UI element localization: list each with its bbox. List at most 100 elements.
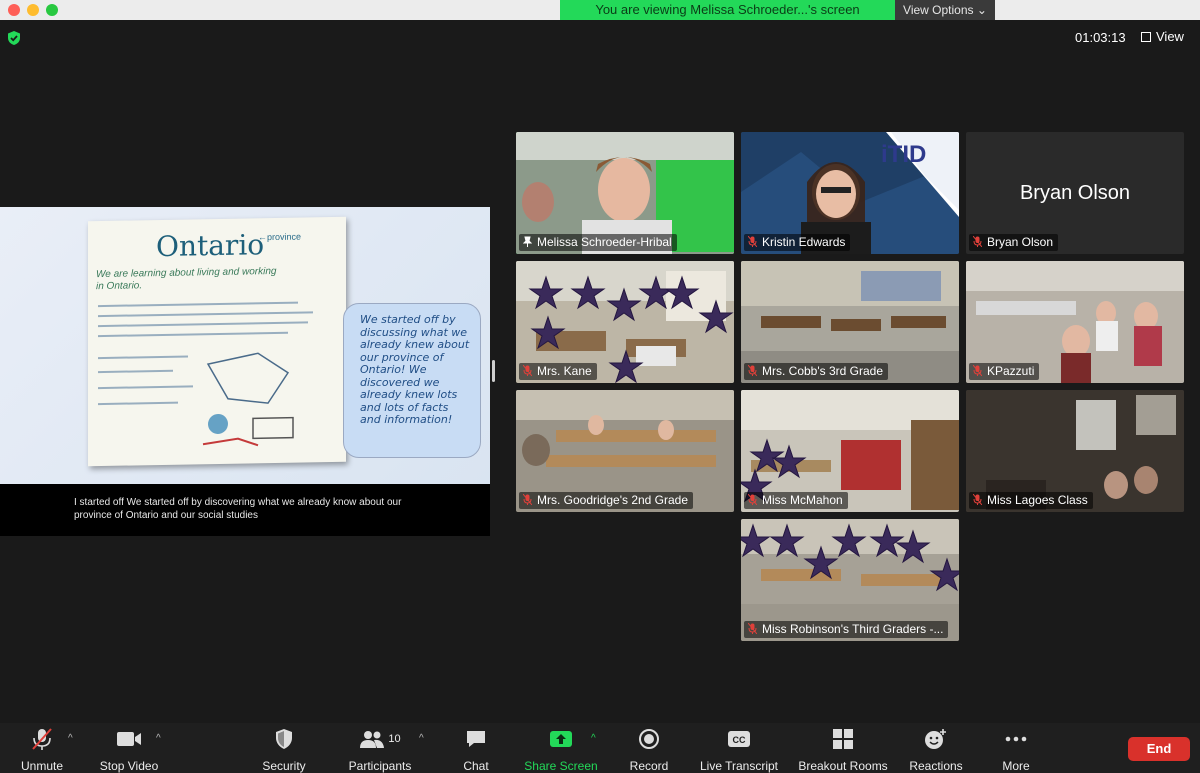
- live-caption: I started off We started off by discover…: [0, 484, 490, 536]
- participant-name: Melissa Schroeder-Hribal: [519, 234, 677, 251]
- viewing-screen-banner: You are viewing Melissa Schroeder...'s s…: [560, 0, 895, 20]
- stop-video-button[interactable]: Stop Video: [96, 727, 162, 773]
- window-title-bar: You are viewing Melissa Schroeder...'s s…: [0, 0, 1200, 20]
- cc-badge-text: CC: [733, 735, 746, 745]
- pin-icon: [523, 236, 532, 247]
- encryption-shield-icon[interactable]: [6, 30, 22, 46]
- handwriting-line: [98, 401, 178, 406]
- grid-view-icon: [1141, 32, 1151, 42]
- share-screen-label: Share Screen: [524, 759, 598, 773]
- participant-name: Bryan Olson: [969, 234, 1059, 251]
- more-ellipsis-icon: [1005, 736, 1027, 742]
- participants-count: 10: [388, 733, 401, 745]
- unmute-button[interactable]: Unmute: [14, 727, 70, 773]
- stop-video-label: Stop Video: [99, 759, 159, 773]
- video-camera-icon: [117, 732, 141, 746]
- unmute-label: Unmute: [20, 759, 64, 773]
- participants-options-caret[interactable]: ^: [419, 733, 424, 744]
- close-window-button[interactable]: [8, 4, 20, 16]
- share-options-caret[interactable]: ^: [591, 733, 596, 744]
- handwriting-line: [98, 311, 313, 318]
- meeting-toolbar: Unmute ^ Stop Video ^ Security 10 Partic…: [0, 723, 1200, 773]
- muted-mic-icon: [523, 494, 532, 505]
- muted-mic-icon: [32, 728, 52, 750]
- participant-name: Mrs. Kane: [519, 363, 597, 380]
- reactions-label: Reactions: [909, 759, 963, 773]
- live-transcript-button[interactable]: CC Live Transcript: [697, 727, 781, 773]
- maximize-window-button[interactable]: [46, 4, 58, 16]
- breakout-rooms-button[interactable]: Breakout Rooms: [796, 727, 890, 773]
- audio-options-caret[interactable]: ^: [68, 733, 73, 744]
- chat-label: Chat: [463, 759, 489, 773]
- record-label: Record: [629, 759, 669, 773]
- participant-tile[interactable]: KPazzuti: [966, 261, 1184, 383]
- handwriting-line: [98, 385, 193, 390]
- reactions-button[interactable]: Reactions: [906, 727, 966, 773]
- view-options-menu[interactable]: View Options ⌄: [895, 0, 995, 20]
- view-label: View: [1156, 29, 1184, 44]
- record-icon: [639, 729, 659, 749]
- more-label: More: [1002, 759, 1030, 773]
- breakout-rooms-icon: [833, 729, 853, 749]
- muted-mic-icon: [748, 236, 757, 247]
- participant-tile[interactable]: Mrs. Kane: [516, 261, 734, 383]
- muted-mic-icon: [973, 365, 982, 376]
- live-transcript-label: Live Transcript: [699, 759, 779, 773]
- share-screen-icon: [550, 731, 572, 747]
- breakout-rooms-label: Breakout Rooms: [798, 759, 888, 773]
- participants-label: Participants: [348, 759, 412, 773]
- view-options-label: View Options: [903, 3, 974, 17]
- participant-tile[interactable]: Melissa Schroeder-Hribal: [516, 132, 734, 254]
- slide-line-2: in Ontario.: [96, 280, 143, 293]
- participant-name: KPazzuti: [969, 363, 1040, 380]
- participant-tile[interactable]: Mrs. Goodridge's 2nd Grade: [516, 390, 734, 512]
- participant-tile[interactable]: Mrs. Cobb's 3rd Grade: [741, 261, 959, 383]
- shared-screen: Ontario ←province We are learning about …: [0, 207, 490, 536]
- handwriting-line: [98, 321, 308, 328]
- chat-bubble-icon: [467, 731, 485, 747]
- end-meeting-button[interactable]: End: [1128, 737, 1190, 761]
- handwriting-line: [98, 355, 188, 360]
- meeting-timer: 01:03:13: [1075, 30, 1126, 45]
- participant-display-name: Bryan Olson: [1019, 182, 1131, 204]
- map-drawing: [202, 352, 294, 447]
- record-button[interactable]: Record: [626, 727, 672, 773]
- participants-icon: [360, 731, 385, 748]
- security-label: Security: [262, 759, 306, 773]
- chat-button[interactable]: Chat: [456, 727, 496, 773]
- slide-title: Ontario: [156, 228, 265, 264]
- chart-paper-photo: Ontario ←province We are learning about …: [88, 216, 346, 467]
- muted-mic-icon: [973, 494, 982, 505]
- handwriting-line: [98, 331, 288, 338]
- split-view-resize-handle[interactable]: [492, 360, 495, 382]
- slide-line-1: We are learning about living and working: [96, 265, 277, 281]
- video-options-caret[interactable]: ^: [156, 733, 161, 744]
- participant-name: Mrs. Goodridge's 2nd Grade: [519, 492, 694, 509]
- participant-name: Kristin Edwards: [744, 234, 851, 251]
- more-button[interactable]: More: [996, 727, 1036, 773]
- participant-name: Miss Lagoes Class: [969, 492, 1093, 509]
- participant-name: Mrs. Cobb's 3rd Grade: [744, 363, 889, 380]
- handwriting-line: [98, 301, 298, 308]
- muted-mic-icon: [748, 365, 757, 376]
- smiley-reaction-icon: [925, 729, 946, 749]
- participant-name: Miss McMahon: [744, 492, 848, 509]
- security-button[interactable]: Security: [256, 727, 312, 773]
- speech-bubble: We started off by discussing what we alr…: [343, 303, 481, 458]
- view-layout-button[interactable]: View: [1141, 29, 1184, 44]
- security-shield-icon: [276, 729, 292, 749]
- participant-tile[interactable]: Miss Robinson's Third Graders -...: [741, 519, 959, 641]
- closed-captions-icon: CC: [728, 731, 750, 747]
- share-screen-button[interactable]: Share Screen: [522, 727, 600, 773]
- participant-tile[interactable]: Miss Lagoes Class: [966, 390, 1184, 512]
- muted-mic-icon: [973, 236, 982, 247]
- participants-button[interactable]: 10 Participants: [344, 727, 416, 773]
- muted-mic-icon: [523, 365, 532, 376]
- participant-tile[interactable]: Miss McMahon: [741, 390, 959, 512]
- participant-tile[interactable]: Bryan Olson Bryan Olson: [966, 132, 1184, 254]
- muted-mic-icon: [748, 623, 757, 634]
- participant-tile[interactable]: iTID Kristin Edwards: [741, 132, 959, 254]
- minimize-window-button[interactable]: [27, 4, 39, 16]
- muted-mic-icon: [748, 494, 757, 505]
- chevron-down-icon: ⌄: [976, 3, 987, 17]
